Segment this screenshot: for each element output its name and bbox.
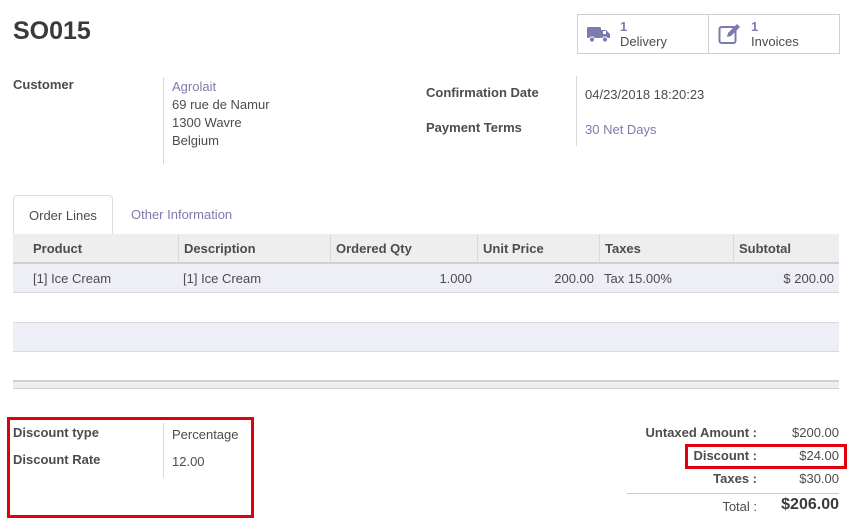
delivery-button[interactable]: 1 Delivery	[578, 15, 708, 53]
table-header: Product Description Ordered Qty Unit Pri…	[13, 234, 839, 264]
discount-total-value: $24.00	[799, 448, 839, 463]
payment-terms-label: Payment Terms	[426, 120, 522, 135]
customer-divider	[163, 77, 164, 164]
customer-label: Customer	[13, 77, 74, 92]
column-header-taxes[interactable]: Taxes	[599, 234, 733, 262]
tab-other-information[interactable]: Other Information	[116, 195, 247, 236]
grand-total-value: $206.00	[781, 496, 839, 513]
cell-description: [1] Ice Cream	[183, 271, 262, 286]
smart-buttons: 1 Delivery 1 Invoices	[577, 14, 840, 54]
column-header-product[interactable]: Product	[13, 234, 178, 262]
info-divider	[576, 76, 577, 146]
column-header-description[interactable]: Description	[178, 234, 330, 262]
customer-address-line1: 69 rue de Namur	[172, 97, 270, 112]
discount-rate-input[interactable]: 12.00	[172, 453, 205, 471]
customer-name-link[interactable]: Agrolait	[172, 78, 216, 96]
tab-order-lines[interactable]: Order Lines	[13, 195, 113, 236]
totals-divider	[627, 493, 839, 494]
customer-country: Belgium	[172, 133, 219, 148]
invoices-button[interactable]: 1 Invoices	[708, 15, 839, 53]
taxes-total-value: $30.00	[799, 471, 839, 486]
page-title: SO015	[13, 17, 91, 45]
discount-rate-label: Discount Rate	[13, 452, 101, 467]
customer-address-line2: 1300 Wavre	[172, 115, 242, 130]
column-header-unit-price[interactable]: Unit Price	[477, 234, 599, 262]
invoices-count: 1	[751, 19, 759, 34]
discount-type-label: Discount type	[13, 425, 99, 440]
pencil-square-icon	[717, 22, 743, 46]
table-empty-row	[13, 322, 839, 352]
confirmation-date-value: 04/23/2018 18:20:23	[585, 87, 705, 102]
order-lines-table: Product Description Ordered Qty Unit Pri…	[13, 234, 839, 293]
confirmation-date-label: Confirmation Date	[426, 85, 539, 100]
delivery-label: Delivery	[620, 34, 667, 49]
truck-icon	[586, 22, 612, 46]
untaxed-amount-value: $200.00	[792, 425, 839, 440]
table-footer	[13, 380, 839, 389]
cell-unit-price: 200.00	[554, 271, 594, 286]
untaxed-amount-label: Untaxed Amount :	[645, 425, 757, 440]
column-header-subtotal[interactable]: Subtotal	[733, 234, 839, 262]
table-row[interactable]: [1] Ice Cream [1] Ice Cream 1.000 200.00…	[13, 264, 839, 293]
payment-terms-link[interactable]: 30 Net Days	[585, 121, 657, 139]
discount-divider	[163, 423, 164, 478]
notebook-tabs: Order Lines Other Information	[13, 195, 839, 236]
column-header-ordered-qty[interactable]: Ordered Qty	[330, 234, 477, 262]
cell-ordered-qty: 1.000	[439, 271, 472, 286]
cell-product: [1] Ice Cream	[33, 271, 112, 286]
delivery-count: 1	[620, 19, 628, 34]
invoices-label: Invoices	[751, 34, 799, 49]
cell-subtotal: $ 200.00	[783, 271, 834, 286]
discount-total-label: Discount :	[693, 448, 757, 463]
taxes-total-label: Taxes :	[713, 471, 757, 486]
cell-taxes: Tax 15.00%	[604, 271, 672, 286]
grand-total-label: Total :	[722, 499, 757, 514]
discount-type-select[interactable]: Percentage	[172, 426, 239, 444]
